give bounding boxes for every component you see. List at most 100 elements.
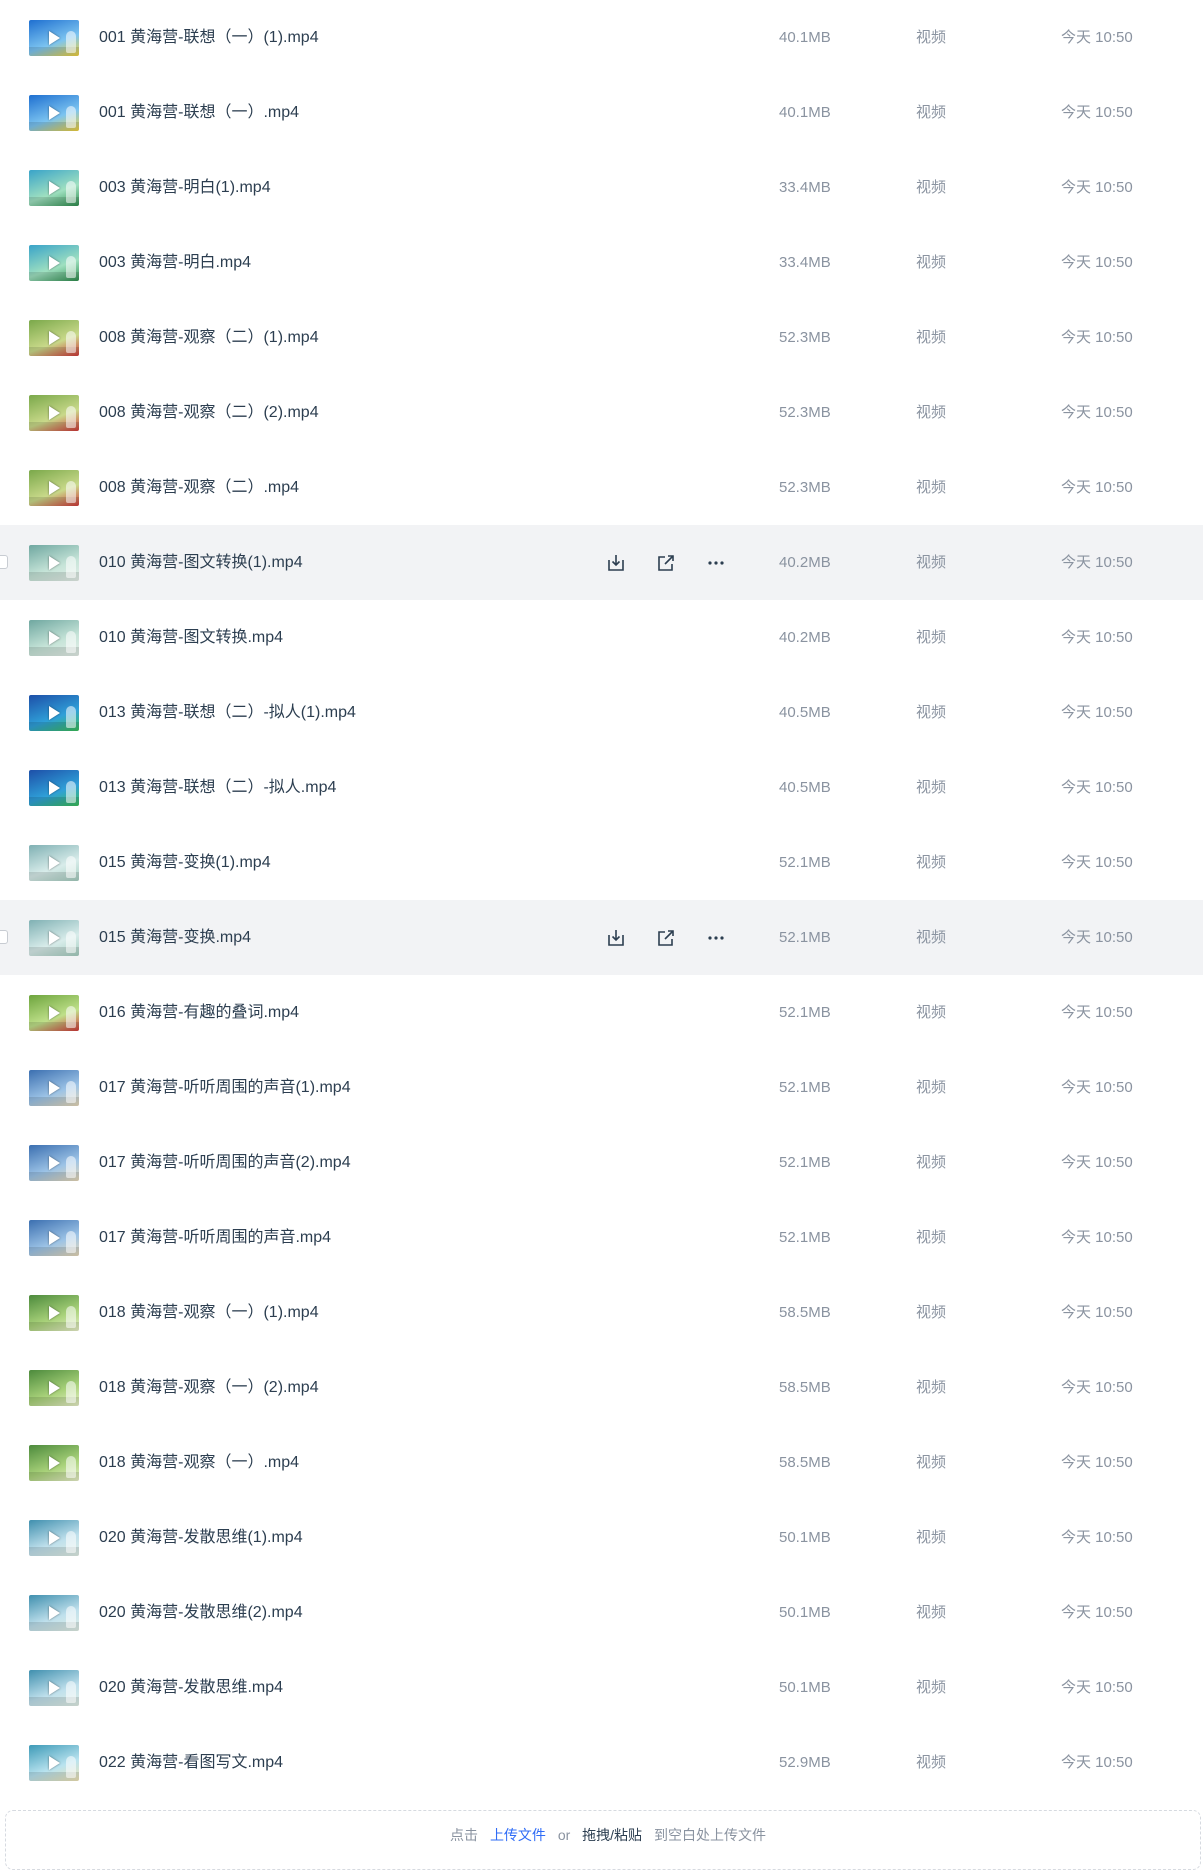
video-thumbnail[interactable] — [29, 1445, 79, 1481]
video-thumbnail[interactable] — [29, 245, 79, 281]
file-row[interactable]: 015 黄海营-变换(1).mp4 52.1MB 视频 今天 10:50 — [0, 825, 1203, 900]
file-row[interactable]: 020 黄海营-发散思维.mp4 50.1MB 视频 今天 10:50 — [0, 1650, 1203, 1725]
modified-time: 今天 10:50 — [1061, 404, 1133, 421]
video-thumbnail[interactable] — [29, 545, 79, 581]
file-name[interactable]: 003 黄海营-明白.mp4 — [99, 225, 251, 300]
file-name[interactable]: 010 黄海营-图文转换.mp4 — [99, 600, 283, 675]
file-row[interactable]: 018 黄海营-观察（一）(2).mp4 58.5MB 视频 今天 10:50 — [0, 1350, 1203, 1425]
file-type: 视频 — [916, 479, 947, 496]
file-name[interactable]: 001 黄海营-联想（一）(1).mp4 — [99, 0, 319, 75]
video-thumbnail[interactable] — [29, 770, 79, 806]
row-actions — [601, 525, 751, 600]
file-name[interactable]: 018 黄海营-观察（一）(1).mp4 — [99, 1275, 319, 1350]
video-thumbnail[interactable] — [29, 845, 79, 881]
upload-hint-suffix: 到空白处上传文件 — [653, 1827, 766, 1843]
file-row[interactable]: 013 黄海营-联想（二）-拟人(1).mp4 40.5MB 视频 今天 10:50 — [0, 675, 1203, 750]
more-icon[interactable] — [701, 923, 731, 953]
file-row[interactable]: 016 黄海营-有趣的叠词.mp4 52.1MB 视频 今天 10:50 — [0, 975, 1203, 1050]
file-name[interactable]: 008 黄海营-观察（二）.mp4 — [99, 450, 299, 525]
file-row[interactable]: 001 黄海营-联想（一）.mp4 40.1MB 视频 今天 10:50 — [0, 75, 1203, 150]
file-name[interactable]: 015 黄海营-变换.mp4 — [99, 900, 251, 975]
file-name[interactable]: 020 黄海营-发散思维(2).mp4 — [99, 1575, 303, 1650]
share-icon[interactable] — [651, 923, 681, 953]
video-thumbnail[interactable] — [29, 470, 79, 506]
video-thumbnail[interactable] — [29, 395, 79, 431]
video-thumbnail[interactable] — [29, 695, 79, 731]
file-name[interactable]: 001 黄海营-联想（一）.mp4 — [99, 75, 299, 150]
video-thumbnail[interactable] — [29, 1520, 79, 1556]
video-thumbnail[interactable] — [29, 1220, 79, 1256]
file-row[interactable]: 010 黄海营-图文转换.mp4 40.2MB 视频 今天 10:50 — [0, 600, 1203, 675]
file-row[interactable]: 017 黄海营-听听周围的声音(2).mp4 52.1MB 视频 今天 10:50 — [0, 1125, 1203, 1200]
file-row[interactable]: 017 黄海营-听听周围的声音.mp4 52.1MB 视频 今天 10:50 — [0, 1200, 1203, 1275]
video-thumbnail[interactable] — [29, 170, 79, 206]
file-row[interactable]: 018 黄海营-观察（一）(1).mp4 58.5MB 视频 今天 10:50 — [0, 1275, 1203, 1350]
file-size: 40.5MB — [779, 779, 831, 796]
play-icon — [49, 106, 60, 120]
video-thumbnail[interactable] — [29, 1370, 79, 1406]
row-checkbox[interactable] — [0, 930, 8, 944]
file-row[interactable]: 003 黄海营-明白(1).mp4 33.4MB 视频 今天 10:50 — [0, 150, 1203, 225]
upload-file-link[interactable]: 上传文件 — [490, 1827, 546, 1843]
video-thumbnail[interactable] — [29, 1295, 79, 1331]
video-thumbnail[interactable] — [29, 620, 79, 656]
file-row[interactable]: 020 黄海营-发散思维(1).mp4 50.1MB 视频 今天 10:50 — [0, 1500, 1203, 1575]
video-thumbnail[interactable] — [29, 1745, 79, 1781]
file-row[interactable]: 008 黄海营-观察（二）(1).mp4 52.3MB 视频 今天 10:50 — [0, 300, 1203, 375]
file-row[interactable]: 001 黄海营-联想（一）(1).mp4 40.1MB 视频 今天 10:50 — [0, 0, 1203, 75]
row-checkbox[interactable] — [0, 555, 8, 569]
thumbnail-figure — [66, 706, 76, 728]
file-row[interactable]: 008 黄海营-观察（二）.mp4 52.3MB 视频 今天 10:50 — [0, 450, 1203, 525]
video-thumbnail[interactable] — [29, 1595, 79, 1631]
file-name[interactable]: 013 黄海营-联想（二）-拟人(1).mp4 — [99, 675, 356, 750]
file-type: 视频 — [916, 929, 947, 946]
file-name[interactable]: 015 黄海营-变换(1).mp4 — [99, 825, 271, 900]
video-thumbnail[interactable] — [29, 20, 79, 56]
upload-hint: 点击 上传文件 or 拖拽/粘贴 到空白处上传文件 — [0, 1825, 1203, 1845]
file-row[interactable]: 015 黄海营-变换.mp4 52.1MB 视频 今天 10:50 — [0, 900, 1203, 975]
download-icon[interactable] — [601, 923, 631, 953]
file-size: 33.4MB — [779, 179, 831, 196]
file-row[interactable]: 022 黄海营-看图写文.mp4 52.9MB 视频 今天 10:50 — [0, 1725, 1203, 1800]
file-type: 视频 — [916, 854, 947, 871]
file-type: 视频 — [916, 179, 947, 196]
video-thumbnail[interactable] — [29, 995, 79, 1031]
modified-time: 今天 10:50 — [1061, 29, 1133, 46]
file-name[interactable]: 018 黄海营-观察（一）.mp4 — [99, 1425, 299, 1500]
play-icon — [49, 406, 60, 420]
video-thumbnail[interactable] — [29, 920, 79, 956]
file-name[interactable]: 022 黄海营-看图写文.mp4 — [99, 1725, 283, 1800]
file-row[interactable]: 010 黄海营-图文转换(1).mp4 40.2MB 视频 今天 10:50 — [0, 525, 1203, 600]
file-name[interactable]: 018 黄海营-观察（一）(2).mp4 — [99, 1350, 319, 1425]
file-row[interactable]: 020 黄海营-发散思维(2).mp4 50.1MB 视频 今天 10:50 — [0, 1575, 1203, 1650]
file-name[interactable]: 017 黄海营-听听周围的声音(1).mp4 — [99, 1050, 351, 1125]
thumbnail-figure — [66, 1231, 76, 1253]
video-thumbnail[interactable] — [29, 1670, 79, 1706]
file-name[interactable]: 017 黄海营-听听周围的声音(2).mp4 — [99, 1125, 351, 1200]
file-row[interactable]: 017 黄海营-听听周围的声音(1).mp4 52.1MB 视频 今天 10:50 — [0, 1050, 1203, 1125]
file-name[interactable]: 013 黄海营-联想（二）-拟人.mp4 — [99, 750, 336, 825]
file-name[interactable]: 017 黄海营-听听周围的声音.mp4 — [99, 1200, 331, 1275]
file-row[interactable]: 013 黄海营-联想（二）-拟人.mp4 40.5MB 视频 今天 10:50 — [0, 750, 1203, 825]
file-row[interactable]: 003 黄海营-明白.mp4 33.4MB 视频 今天 10:50 — [0, 225, 1203, 300]
file-type: 视频 — [916, 1004, 947, 1021]
file-name[interactable]: 020 黄海营-发散思维.mp4 — [99, 1650, 283, 1725]
modified-time: 今天 10:50 — [1061, 1754, 1133, 1771]
share-icon[interactable] — [651, 548, 681, 578]
file-name[interactable]: 003 黄海营-明白(1).mp4 — [99, 150, 271, 225]
file-row[interactable]: 018 黄海营-观察（一）.mp4 58.5MB 视频 今天 10:50 — [0, 1425, 1203, 1500]
file-name[interactable]: 016 黄海营-有趣的叠词.mp4 — [99, 975, 299, 1050]
file-name[interactable]: 020 黄海营-发散思维(1).mp4 — [99, 1500, 303, 1575]
download-icon[interactable] — [601, 548, 631, 578]
video-thumbnail[interactable] — [29, 320, 79, 356]
file-name[interactable]: 008 黄海营-观察（二）(1).mp4 — [99, 300, 319, 375]
video-thumbnail[interactable] — [29, 1070, 79, 1106]
thumbnail-figure — [66, 1381, 76, 1403]
more-icon[interactable] — [701, 548, 731, 578]
file-name[interactable]: 008 黄海营-观察（二）(2).mp4 — [99, 375, 319, 450]
video-thumbnail[interactable] — [29, 1145, 79, 1181]
file-row[interactable]: 008 黄海营-观察（二）(2).mp4 52.3MB 视频 今天 10:50 — [0, 375, 1203, 450]
file-name[interactable]: 010 黄海营-图文转换(1).mp4 — [99, 525, 303, 600]
video-thumbnail[interactable] — [29, 95, 79, 131]
file-type: 视频 — [916, 1379, 947, 1396]
